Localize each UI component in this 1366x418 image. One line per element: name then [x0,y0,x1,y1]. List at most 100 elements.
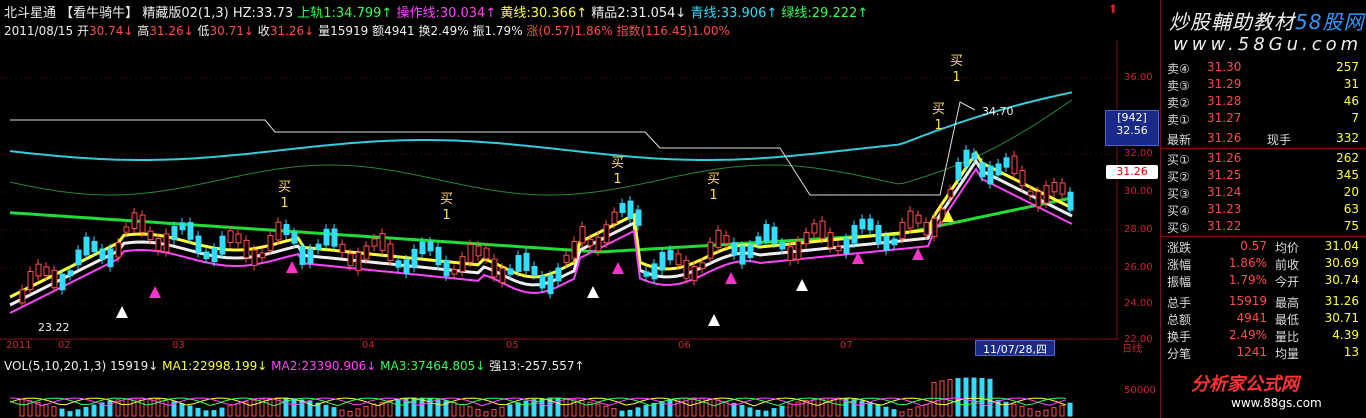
candle-body [603,224,610,244]
candle-body [851,225,858,244]
volume-bar [867,402,873,417]
buy-row[interactable]: 买⑤ 31.22 75 [1167,219,1363,235]
volume-bar [755,409,761,417]
sell-row[interactable]: 卖② 31.28 46 [1167,94,1363,110]
sell-row[interactable]: 卖④ 31.30 257 [1167,60,1363,76]
candle-body [571,240,578,259]
volume-chart[interactable] [0,372,1118,418]
candle-body [355,251,362,271]
candle-body [539,275,546,289]
divider [1161,236,1366,237]
candle-body [915,214,922,224]
arrow-down-icon: ↓ [257,359,268,373]
candle-body [643,271,650,277]
quote-date: 2011/08/15 [4,24,74,38]
volume-bar [355,408,361,417]
candle-body [515,255,522,272]
candle-body [955,161,962,180]
volume-bar [395,398,401,417]
candle-body [731,242,738,256]
banner-brand: 58股网 [1295,10,1365,34]
volume-bar [195,407,201,417]
candle-body [1003,157,1010,168]
volume-bar [899,411,905,417]
candle-body [467,244,474,263]
volume-bar [1043,409,1049,417]
candle-body [675,253,682,266]
high-label: 高 [137,24,150,38]
candle-body [707,241,714,259]
axis-tick: 28.00 [1124,224,1153,235]
banner-title: 炒股輔助教材58股网 [1169,6,1364,35]
volume-bar [923,404,929,417]
sell-row[interactable]: 卖③ 31.29 31 [1167,77,1363,93]
candle-body [763,224,770,242]
candle-body [507,268,514,275]
quote-header: 2011/08/15 开30.74↓ 高31.26↓ 低30.71↓ 收31.2… [4,22,730,39]
candle-body [283,224,290,236]
volume-bar [179,403,185,417]
candle-body [491,258,498,278]
signal-triangle-icon [612,262,624,274]
open-value: 30.74 [89,24,124,38]
volume-bar [875,404,881,417]
volume-bar [707,398,713,417]
volume-bar [1067,402,1073,417]
arrow-down-icon: ↓ [148,359,159,373]
amount-label: 额 [372,24,385,38]
candle-body [387,243,394,261]
volume-bar [627,409,633,417]
arrow-up-icon: ↑ [381,6,393,21]
amplitude-label: 振 [472,24,485,38]
volume-bar [331,407,337,417]
indicator-cyan-line: 青线:33.906 [690,6,767,21]
candle-body [187,222,194,240]
candle-body [859,218,866,230]
candle-body [171,226,178,241]
candle-body [155,238,162,251]
volume-value: 15919 [110,359,149,373]
volume-bar [851,399,857,417]
candle-body [203,251,210,260]
candle-body [555,267,562,282]
buy-row[interactable]: 买① 31.26 262 [1167,151,1363,167]
volume-bar [963,377,969,417]
candle-body [787,246,794,262]
volume-bar [715,399,721,417]
month-label: 05 [506,340,519,351]
candle-body [243,239,250,259]
indicator-green-line: 绿线:29.222 [781,6,858,21]
candle-body [251,249,258,267]
candle-body [771,226,778,244]
sell-row[interactable]: 卖① 31.27 7 [1167,111,1363,127]
turnover-value: 2.49% [430,24,469,38]
volume-bar [1019,405,1025,417]
candle-body [235,233,242,244]
candle-body [779,242,786,250]
stats-row: 涨幅 1.86% 前收 30.69 [1167,256,1359,272]
buy-row[interactable]: 买③ 31.24 20 [1167,185,1363,201]
volume-bar [987,378,993,417]
buy-row[interactable]: 买④ 31.23 63 [1167,202,1363,218]
axis-tick: 22.00 [1124,334,1153,345]
candle-body [459,256,466,272]
stock-name[interactable]: 北斗星通 [4,6,56,21]
candle-body [891,238,898,246]
change-label: 涨 [526,24,539,38]
indicator-yellow-line: 黄线:30.366 [500,6,577,21]
candle-body [371,238,378,247]
axis-tick: 36.00 [1124,72,1153,83]
site-logo: 分析家公式网 [1191,374,1299,395]
volume-bar [539,398,545,417]
buy-signal-label: 买1 [950,54,964,85]
date-cursor-label: 11/07/28,四 [975,340,1055,356]
candle-body [411,248,418,268]
indicator-upper-band: 上轨1:34.799 [297,6,382,21]
month-label: 04 [362,340,375,351]
candle-body [819,220,826,240]
candle-body [51,269,58,289]
volume-bar [163,399,169,417]
buy-row[interactable]: 买② 31.25 345 [1167,168,1363,184]
scroll-up-icon[interactable]: ⬆ [1108,2,1118,16]
arrow-up-icon: ↑ [485,6,497,21]
